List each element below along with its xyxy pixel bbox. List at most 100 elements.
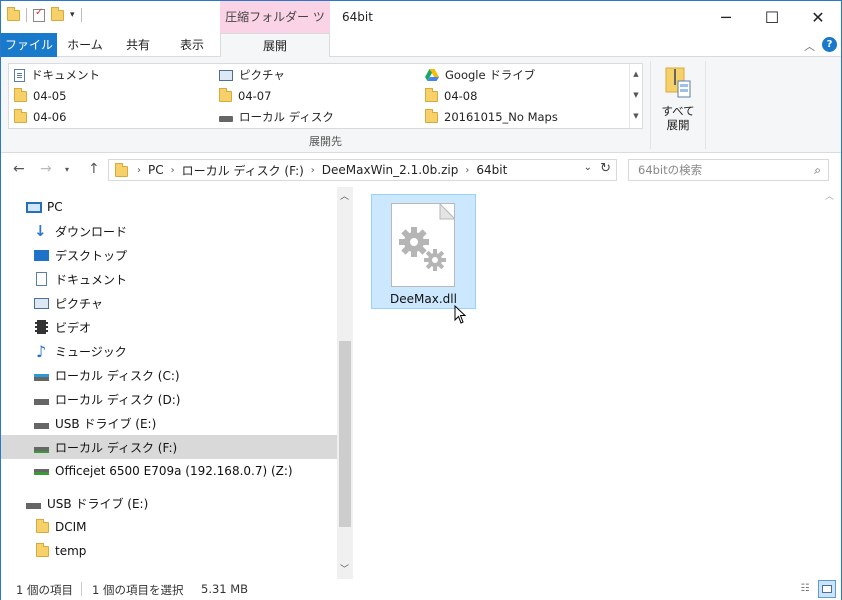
tab-share[interactable]: 共有 [113, 33, 163, 57]
gallery-item-folder-0405[interactable]: 04-05 [14, 86, 66, 106]
scroll-down-icon[interactable]: ▼ [630, 85, 642, 106]
gallery-item-folder-0408[interactable]: 04-08 [425, 86, 477, 106]
status-bar: 1 個の項目 1 個の項目を選択 5.31 MB ☷ [1, 579, 841, 600]
navigation-pane: PC ↓ ダウンロード デスクトップ ドキュメント ピクチャ ビデオ ♪ ミュー… [1, 187, 353, 579]
search-icon: ⌕ [814, 163, 821, 177]
gear-icon [399, 202, 457, 271]
scroll-up-icon[interactable]: ︿ [340, 189, 349, 202]
file-item[interactable]: DeeMax.dll [371, 194, 476, 309]
network-drive-icon [34, 469, 49, 475]
refresh-icon[interactable]: ↻ [600, 161, 611, 176]
address-bar[interactable]: › PC › ローカル ディスク (F:) › DeeMaxWin_2.1.0b… [108, 159, 617, 181]
tab-home[interactable]: ホーム [61, 33, 109, 57]
back-arrow-icon[interactable]: ← [13, 161, 25, 177]
chevron-right-icon[interactable]: › [168, 165, 178, 176]
folder-icon [7, 6, 20, 21]
chevron-right-icon[interactable]: › [308, 165, 318, 176]
folder-icon [14, 87, 27, 102]
gallery-item-local-disk[interactable]: ローカル ディスク [219, 107, 334, 127]
drive-icon [34, 398, 49, 405]
drive-icon [34, 446, 49, 453]
extract-all-icon [665, 67, 691, 98]
title-bar: ✓ ▾ 圧縮フォルダー ツール 64bit ─ ☐ ✕ [1, 1, 841, 56]
breadcrumb-local-disk-f[interactable]: ローカル ディスク (F:) [178, 162, 308, 179]
folder-icon [219, 87, 232, 102]
folder-icon [115, 163, 128, 177]
gallery-item-label: 04-05 [33, 89, 67, 103]
maximize-button[interactable]: ☐ [749, 1, 795, 33]
scroll-up-icon[interactable]: ▲ [630, 64, 642, 85]
window-title: 64bit [342, 10, 373, 24]
scrollbar-thumb[interactable] [339, 341, 351, 527]
nav-item-drive-d[interactable]: ローカル ディスク (D:) [1, 387, 337, 411]
nav-item-network-z[interactable]: Officejet 6500 E709a (192.168.0.7) (Z:) [1, 459, 337, 483]
gallery-item-label: Google ドライブ [445, 68, 536, 82]
tab-file[interactable]: ファイル [1, 33, 57, 57]
nav-item-videos[interactable]: ビデオ [1, 315, 337, 339]
gallery-item-label: ドキュメント [31, 68, 100, 82]
chevron-down-icon[interactable]: ⌄ [584, 162, 592, 173]
search-placeholder: 64bitの検索 [638, 163, 703, 177]
nav-item-drive-f[interactable]: ローカル ディスク (F:) [1, 435, 337, 459]
details-view-icon[interactable]: ☷ [797, 581, 813, 597]
recent-locations-icon[interactable]: ▾ [65, 165, 69, 174]
nav-item-desktop[interactable]: デスクトップ [1, 243, 337, 267]
nav-pane-scrollbar[interactable]: ︿ ﹀ [337, 187, 353, 579]
scroll-down-icon[interactable]: ﹀ [340, 562, 349, 575]
gallery-scrollbar[interactable]: ▲ ▼ ▼ [629, 64, 642, 128]
usb-drive-icon [26, 502, 41, 509]
gallery-item-folder-0407[interactable]: 04-07 [219, 86, 271, 106]
close-button[interactable]: ✕ [795, 1, 841, 33]
breadcrumb-pc[interactable]: PC [144, 163, 168, 177]
gallery-more-icon[interactable]: ▼ [630, 106, 642, 127]
up-arrow-icon[interactable]: ↑ [88, 161, 100, 177]
help-icon[interactable]: ? [822, 37, 837, 52]
nav-item-temp[interactable]: temp [1, 539, 337, 563]
minimize-button[interactable]: ─ [703, 1, 749, 33]
gallery-item-pictures[interactable]: ピクチャ [219, 65, 285, 85]
gallery-item-google-drive[interactable]: Google ドライブ [425, 65, 535, 85]
pc-icon [26, 201, 42, 213]
folder-icon [425, 87, 438, 102]
content-scroll-up-icon[interactable]: ︿ [825, 189, 834, 202]
collapse-ribbon-icon[interactable]: ︿ [804, 38, 815, 54]
usb-drive-icon [34, 422, 49, 429]
picture-icon [34, 297, 49, 309]
folder-icon [36, 542, 49, 557]
nav-item-usb-e[interactable]: USB ドライブ (E:) [1, 411, 337, 435]
picture-icon [219, 69, 233, 81]
tab-view[interactable]: 表示 [167, 33, 217, 57]
breadcrumb-64bit[interactable]: 64bit [472, 163, 511, 177]
forward-arrow-icon[interactable]: → [40, 161, 52, 177]
address-row: ← → ▾ ↑ › PC › ローカル ディスク (F:) › DeeMaxWi… [1, 153, 841, 187]
gallery-item-documents[interactable]: ドキュメント [14, 65, 100, 85]
tab-extract[interactable]: 展開 [220, 33, 330, 58]
nav-item-documents[interactable]: ドキュメント [1, 267, 337, 291]
new-folder-icon[interactable] [51, 6, 64, 21]
nav-item-dcim[interactable]: DCIM [1, 515, 337, 539]
chevron-right-icon[interactable]: › [462, 165, 472, 176]
properties-icon[interactable]: ✓ [33, 7, 45, 22]
file-list-pane: DeeMax.dll ︿ [353, 187, 841, 579]
extract-all-label: すべて 展開 [661, 104, 695, 132]
nav-item-downloads[interactable]: ↓ ダウンロード [1, 219, 337, 243]
nav-item-pictures[interactable]: ピクチャ [1, 291, 337, 315]
search-input[interactable]: 64bitの検索 ⌕ [628, 159, 829, 181]
nav-item-pc[interactable]: PC [1, 195, 337, 219]
chevron-right-icon[interactable]: › [134, 165, 144, 176]
gallery-item-folder-0406[interactable]: 04-06 [14, 107, 66, 127]
extract-all-button[interactable]: すべて 展開 [650, 61, 706, 149]
nav-item-music[interactable]: ♪ ミュージック [1, 339, 337, 363]
file-name: DeeMax.dll [390, 292, 457, 306]
folder-icon [425, 108, 438, 123]
large-icons-view-icon[interactable] [818, 580, 836, 598]
gallery-item-label: ピクチャ [239, 68, 285, 82]
breadcrumb-zip[interactable]: DeeMaxWin_2.1.0b.zip [318, 163, 463, 177]
nav-item-usb-e-root[interactable]: USB ドライブ (E:) [1, 491, 337, 515]
gallery-item-label: 04-06 [33, 110, 67, 124]
dll-file-icon [391, 202, 457, 287]
status-selection: 1 個の項目を選択 [92, 583, 184, 597]
gallery-item-folder-nomaps[interactable]: 20161015_No Maps [425, 107, 558, 127]
nav-item-drive-c[interactable]: ローカル ディスク (C:) [1, 363, 337, 387]
customize-qat-icon[interactable]: ▾ [70, 10, 75, 20]
